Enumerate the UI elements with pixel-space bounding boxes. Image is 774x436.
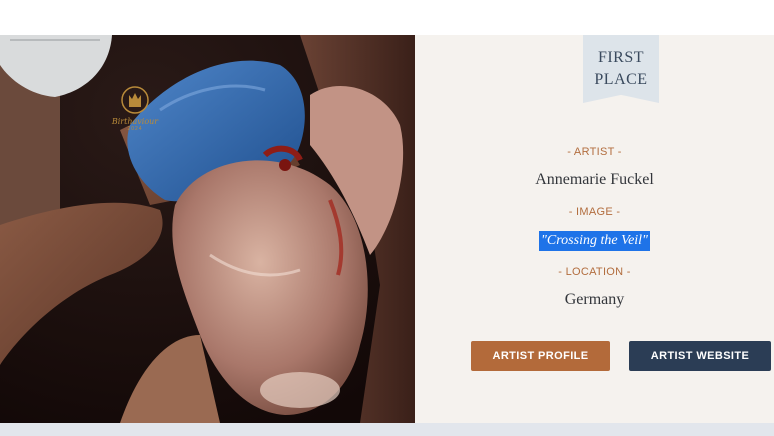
artist-name: Annemarie Fuckel [535,171,654,188]
image-label: - IMAGE - [568,206,621,218]
birth-photo-illustration [0,35,415,423]
ribbon-line-2: PLACE [594,71,648,88]
artist-label: - ARTIST - [567,146,622,158]
watermark-logo: Birthaviour 2024 [111,85,159,137]
top-whitespace [0,0,774,35]
artist-profile-button[interactable]: ARTIST PROFILE [471,341,610,371]
award-photo[interactable]: Birthaviour 2024 [0,35,415,423]
bottom-strip [0,423,774,436]
image-title[interactable]: "Crossing the Veil" [539,231,650,251]
logo-emblem-icon [121,86,149,114]
ribbon-line-1: FIRST [597,49,645,66]
image-title-row: "Crossing the Veil" [415,231,774,251]
logo-sub-text: 2024 [127,126,143,132]
location-label: - LOCATION - [558,266,631,278]
artist-website-button[interactable]: ARTIST WEBSITE [629,341,771,371]
location-value: Germany [564,291,625,308]
award-details-panel: FIRST PLACE - ARTIST - Annemarie Fuckel … [415,35,774,423]
logo-script-text: Birthaviour [111,117,159,126]
first-place-ribbon: FIRST PLACE [583,35,659,103]
